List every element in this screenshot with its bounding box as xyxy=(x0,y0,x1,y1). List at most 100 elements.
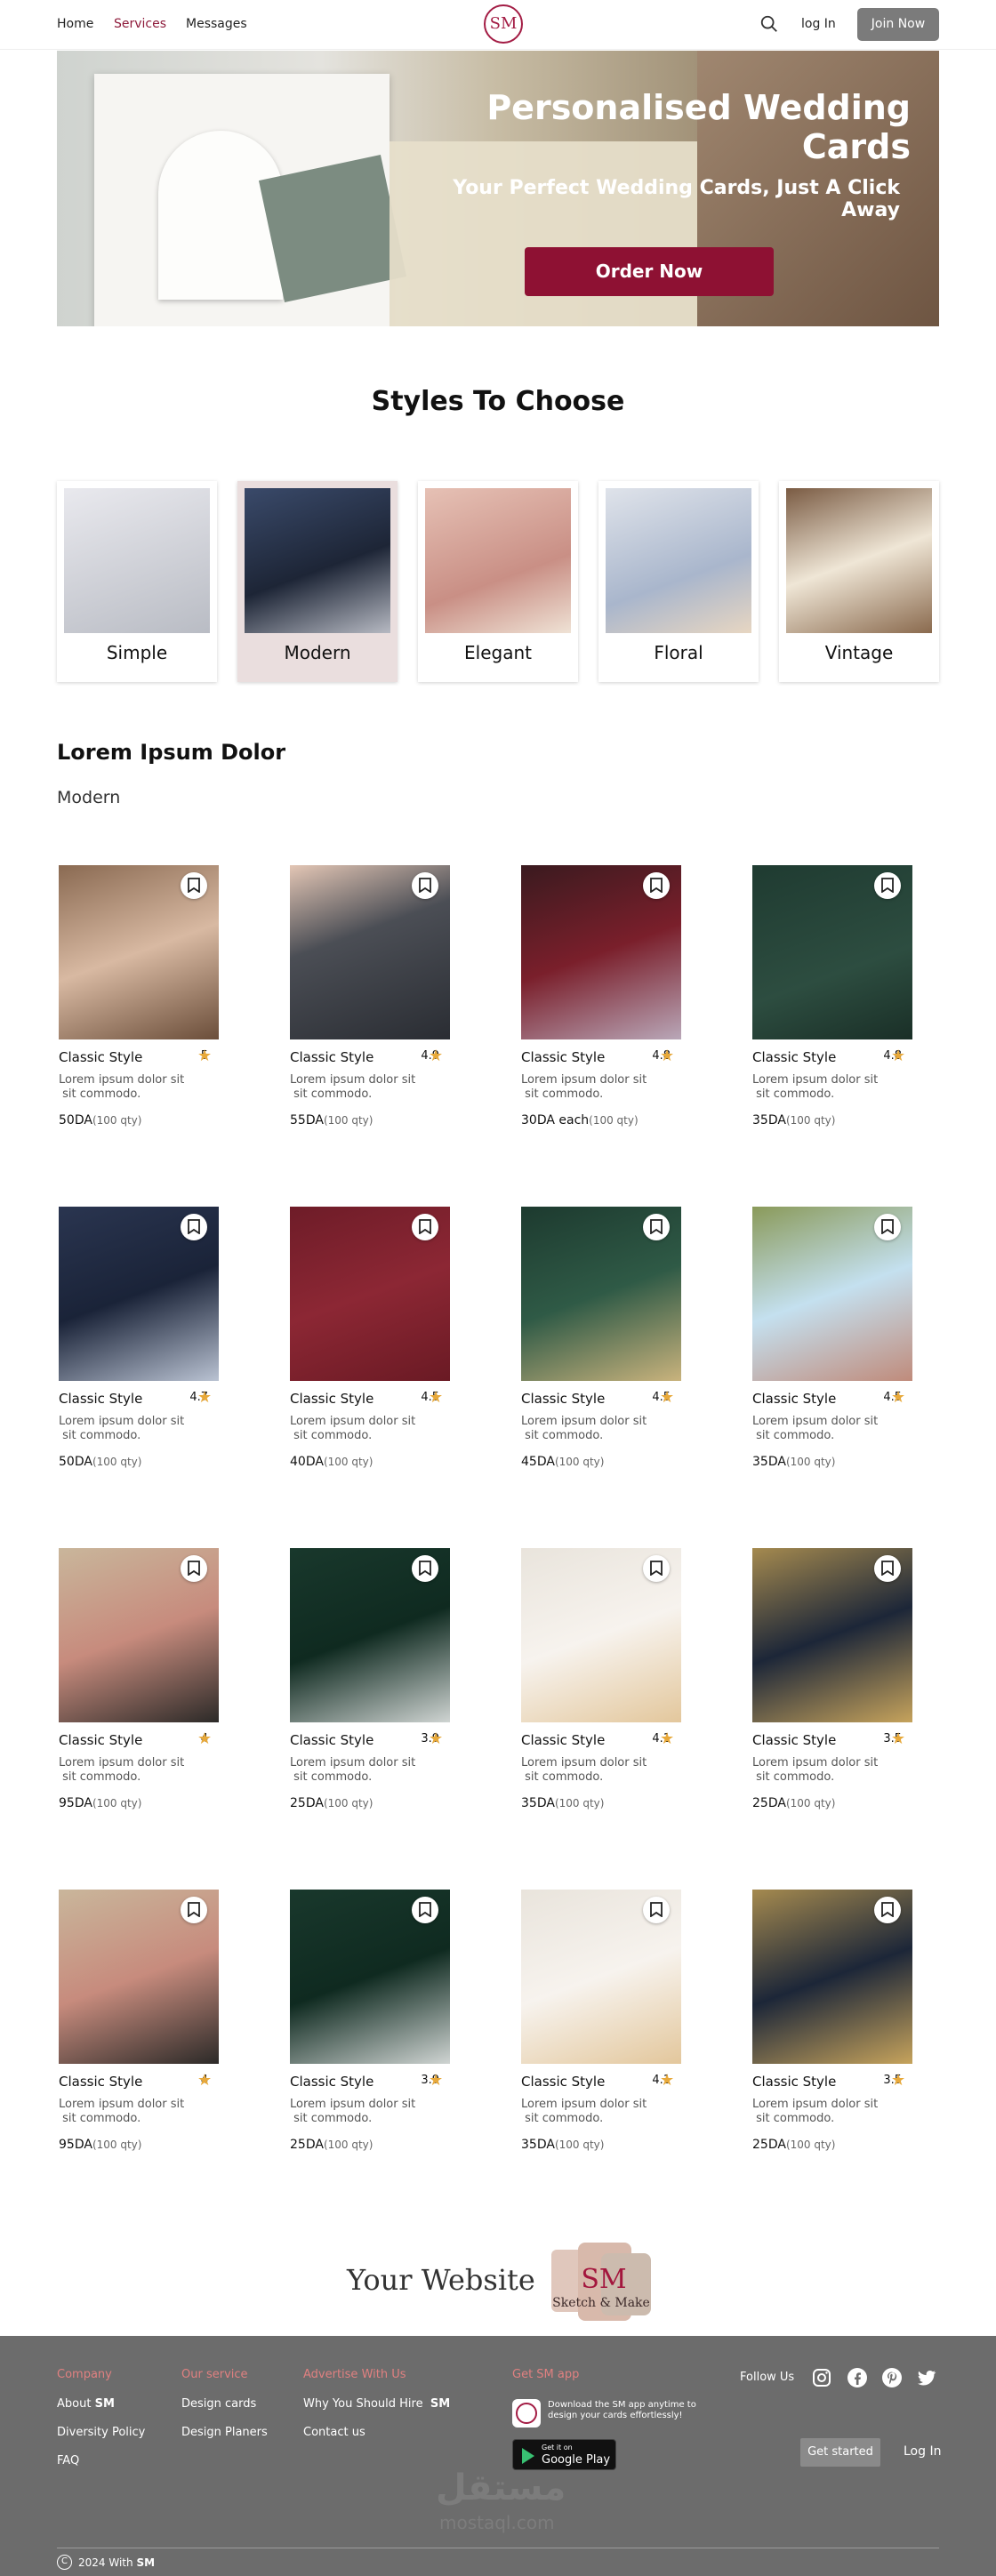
product-price: 25DA(100 qty) xyxy=(752,2138,835,2152)
product-qty: (100 qty) xyxy=(92,2139,142,2151)
bookmark-button[interactable] xyxy=(874,1897,901,1923)
bookmark-icon xyxy=(188,878,200,893)
product-card[interactable]: Classic Style 5 ★ Lorem ipsum dolor sit sit… xyxy=(57,865,226,1132)
copyright-icon: C xyxy=(57,2555,72,2570)
bookmark-icon xyxy=(419,1561,431,1576)
bookmark-button[interactable] xyxy=(643,1214,670,1240)
footer-why-text: Why You Should Hire xyxy=(303,2397,423,2411)
product-card[interactable]: Classic Style 3.9 ★ Lorem ipsum dolor sit s… xyxy=(288,1548,457,1815)
nav-services-link[interactable]: Services xyxy=(114,17,166,31)
product-card[interactable]: Classic Style 4.1 ★ Lorem ipsum dolor sit s… xyxy=(519,1890,688,2156)
search-icon[interactable] xyxy=(759,14,779,34)
product-desc-line2: sit commodo. xyxy=(752,1770,835,1784)
hero-envelope xyxy=(258,154,407,303)
product-card[interactable]: Classic Style 4.5 ★ Lorem ipsum dolor sit s… xyxy=(519,1207,688,1473)
star-icon: ★ xyxy=(891,1047,906,1065)
footer-why-hire-link[interactable]: Why You Should Hire SM xyxy=(303,2397,450,2411)
bookmark-button[interactable] xyxy=(412,872,438,899)
site-logo[interactable]: SM xyxy=(484,4,523,44)
style-card-modern[interactable]: Modern xyxy=(237,481,398,682)
star-icon: ★ xyxy=(429,1388,444,1407)
styles-title: Styles To Choose xyxy=(371,386,625,417)
product-card[interactable]: Classic Style 4.8 ★ Lorem ipsum dolor sit s… xyxy=(519,865,688,1132)
product-price: 95DA(100 qty) xyxy=(59,2138,141,2152)
style-card-simple[interactable]: Simple xyxy=(57,481,217,682)
bookmark-button[interactable] xyxy=(181,1214,207,1240)
product-desc-line2: sit commodo. xyxy=(521,2112,604,2125)
google-play-button[interactable]: Get it on Google Play xyxy=(512,2439,616,2470)
product-card[interactable]: Classic Style 4.7 ★ Lorem ipsum dolor sit s… xyxy=(57,1207,226,1473)
style-card-vintage[interactable]: Vintage xyxy=(779,481,939,682)
product-card[interactable]: Classic Style 4.5 ★ Lorem ipsum dolor sit s… xyxy=(751,1207,920,1473)
order-now-button[interactable]: Order Now xyxy=(525,247,774,296)
footer-about-link[interactable]: About SM xyxy=(57,2397,115,2411)
bookmark-button[interactable] xyxy=(412,1897,438,1923)
bookmark-button[interactable] xyxy=(874,1555,901,1582)
product-name: Classic Style xyxy=(290,2074,374,2090)
bookmark-button[interactable] xyxy=(412,1214,438,1240)
style-label: Modern xyxy=(284,642,351,663)
bookmark-icon xyxy=(419,878,431,893)
twitter-icon[interactable] xyxy=(916,2367,937,2388)
product-qty: (100 qty) xyxy=(92,1456,142,1468)
bookmark-icon xyxy=(650,878,663,893)
bookmark-button[interactable] xyxy=(412,1555,438,1582)
footer-faq-link[interactable]: FAQ xyxy=(57,2454,79,2468)
bookmark-button[interactable] xyxy=(643,1897,670,1923)
product-card[interactable]: Classic Style 4 ★ Lorem ipsum dolor sit sit… xyxy=(57,1548,226,1815)
nav-home-link[interactable]: Home xyxy=(57,17,93,31)
bookmark-button[interactable] xyxy=(874,872,901,899)
bookmark-button[interactable] xyxy=(181,1555,207,1582)
bookmark-button[interactable] xyxy=(874,1214,901,1240)
footer-design-cards-link[interactable]: Design cards xyxy=(181,2397,256,2411)
product-price: 45DA(100 qty) xyxy=(521,1455,604,1469)
facebook-icon[interactable] xyxy=(847,2367,868,2388)
product-qty: (100 qty) xyxy=(785,1114,836,1127)
product-description: Lorem ipsum dolor sit sit commodo. xyxy=(521,1073,672,1102)
product-price: 40DA(100 qty) xyxy=(290,1455,373,1469)
footer-design-planers-link[interactable]: Design Planers xyxy=(181,2426,268,2439)
product-price-value: 35DA xyxy=(752,1455,786,1469)
bookmark-button[interactable] xyxy=(643,872,670,899)
product-card[interactable]: Classic Style 4 ★ Lorem ipsum dolor sit sit… xyxy=(57,1890,226,2156)
product-qty: (100 qty) xyxy=(785,1797,836,1810)
product-desc-line1: Lorem ipsum dolor sit xyxy=(521,1756,647,1769)
product-desc-line1: Lorem ipsum dolor sit xyxy=(59,1415,185,1428)
bookmark-icon xyxy=(881,1902,894,1917)
footer-app-heading: Get SM app xyxy=(512,2368,580,2381)
product-name: Classic Style xyxy=(521,1732,606,1748)
style-card-elegant[interactable]: Elegant xyxy=(418,481,578,682)
product-desc-line2: sit commodo. xyxy=(521,1087,604,1101)
footer-diversity-link[interactable]: Diversity Policy xyxy=(57,2426,145,2439)
footer-login-link[interactable]: Log In xyxy=(904,2444,941,2459)
star-icon: ★ xyxy=(197,1729,213,1748)
product-price: 50DA(100 qty) xyxy=(59,1455,141,1469)
nav-messages-link[interactable]: Messages xyxy=(186,17,247,31)
copyright-brand: SM xyxy=(136,2556,156,2569)
product-card[interactable]: Classic Style 4.5 ★ Lorem ipsum dolor sit s… xyxy=(288,1207,457,1473)
product-card[interactable]: Classic Style 4.8 ★ Lorem ipsum dolor sit s… xyxy=(751,865,920,1132)
product-card[interactable]: Classic Style 4.1 ★ Lorem ipsum dolor sit s… xyxy=(519,1548,688,1815)
product-price-value: 25DA xyxy=(752,2138,786,2152)
product-description: Lorem ipsum dolor sit sit commodo. xyxy=(59,1756,210,1785)
footer-contact-link[interactable]: Contact us xyxy=(303,2426,365,2439)
instagram-icon[interactable] xyxy=(811,2367,832,2388)
bookmark-button[interactable] xyxy=(643,1555,670,1582)
pinterest-icon[interactable] xyxy=(881,2367,903,2388)
get-started-button[interactable]: Get started xyxy=(800,2438,880,2467)
product-card[interactable]: Classic Style 3.5 ★ Lorem ipsum dolor sit s… xyxy=(751,1890,920,2156)
style-card-floral[interactable]: Floral xyxy=(598,481,759,682)
join-now-button[interactable]: Join Now xyxy=(857,8,939,41)
product-desc-line2: sit commodo. xyxy=(521,1429,604,1442)
product-price-value: 50DA xyxy=(59,1113,92,1128)
bookmark-button[interactable] xyxy=(181,1897,207,1923)
bookmark-button[interactable] xyxy=(181,872,207,899)
product-card[interactable]: Classic Style 3.9 ★ Lorem ipsum dolor sit s… xyxy=(288,1890,457,2156)
footer-company-heading: Company xyxy=(57,2368,112,2381)
nav-login-link[interactable]: log In xyxy=(801,17,836,31)
google-play-small: Get it on xyxy=(542,2444,573,2452)
product-card[interactable]: Classic Style 4.9 ★ Lorem ipsum dolor sit s… xyxy=(288,865,457,1132)
product-card[interactable]: Classic Style 3.5 ★ Lorem ipsum dolor sit s… xyxy=(751,1548,920,1815)
product-description: Lorem ipsum dolor sit sit commodo. xyxy=(752,1756,904,1785)
style-thumb-simple xyxy=(64,488,210,633)
